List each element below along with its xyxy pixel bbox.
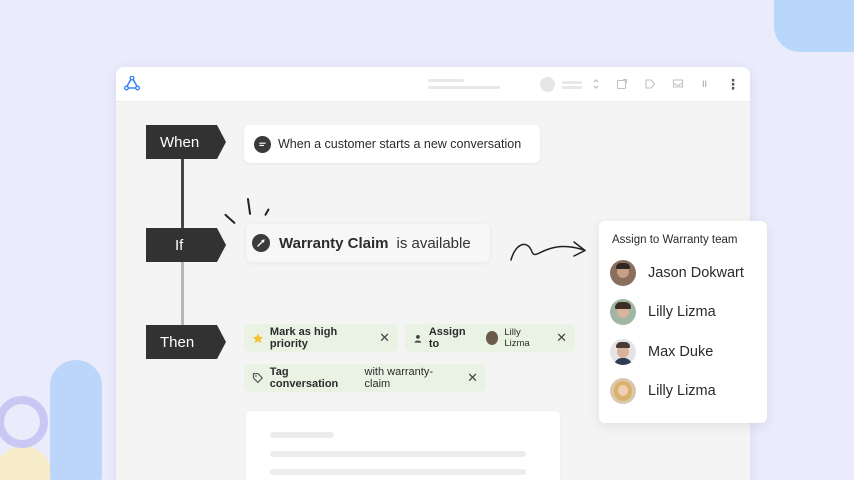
person-option[interactable]: Lilly Lizma (610, 299, 716, 325)
title-bar: II ⋮ (116, 67, 750, 102)
placeholder-line (270, 469, 526, 475)
close-icon[interactable]: ✕ (467, 370, 478, 386)
person-icon (414, 334, 422, 343)
person-option[interactable]: Lilly Lizma (610, 378, 716, 404)
condition-field: Warranty Claim (279, 234, 389, 252)
assign-panel: Assign to Warranty team Jason Dokwart Li… (599, 221, 767, 423)
decorative-ring (0, 396, 48, 448)
assignee-name: Lilly Lizma (504, 327, 530, 349)
condition-operator: is available (396, 234, 471, 252)
placeholder-card (246, 411, 560, 480)
sort-icon[interactable] (590, 78, 602, 90)
label-icon[interactable] (644, 78, 656, 90)
avatar (610, 378, 636, 404)
tag-icon (252, 372, 263, 384)
person-option[interactable]: Max Duke (610, 339, 713, 365)
step-label: If (175, 236, 184, 254)
more-options-icon[interactable]: ⋮ (726, 76, 740, 92)
person-name: Max Duke (648, 344, 714, 360)
chat-bubble-icon (254, 135, 271, 153)
curved-arrow-icon (510, 241, 586, 261)
action-label: Tag conversation (269, 366, 339, 390)
avatar (610, 260, 636, 286)
decorative-pill (774, 0, 854, 52)
placeholder-line (270, 451, 526, 457)
placeholder-line (428, 79, 464, 82)
star-icon (252, 332, 264, 343)
step-label: When (160, 133, 200, 151)
person-name: Lilly Lizma (648, 304, 716, 320)
close-icon[interactable]: ✕ (556, 330, 567, 346)
avatar (610, 299, 636, 325)
placeholder-line (270, 432, 334, 438)
assign-panel-title: Assign to Warranty team (612, 234, 738, 246)
link-off-icon (252, 234, 270, 252)
action-chip-priority[interactable]: Mark as high priority ✕ (244, 324, 398, 352)
placeholder-line (562, 81, 582, 84)
toolbar-text: II (702, 79, 708, 89)
user-avatar[interactable] (540, 77, 555, 92)
decorative-circle (0, 446, 52, 480)
inbox-icon[interactable] (672, 78, 684, 90)
person-option[interactable]: Jason Dokwart (610, 260, 744, 286)
close-icon[interactable]: ✕ (379, 330, 390, 346)
step-when: When (146, 125, 226, 159)
placeholder-line (562, 86, 582, 89)
action-chip-assign[interactable]: Assign to Lilly Lizma ✕ (405, 324, 575, 352)
action-label: Mark as high priority (269, 326, 338, 350)
trigger-text: When a customer starts a new conversatio… (278, 137, 522, 151)
step-if: If (146, 228, 226, 262)
trigger-card[interactable]: When a customer starts a new conversatio… (244, 125, 540, 163)
step-then: Then (146, 325, 226, 359)
person-name: Jason Dokwart (648, 265, 744, 281)
tag-value: with warranty-claim (364, 366, 434, 390)
avatar (485, 331, 499, 345)
person-name: Lilly Lizma (648, 383, 716, 399)
condition-card[interactable]: Warranty Claim is available (246, 224, 490, 262)
compose-icon[interactable] (616, 78, 628, 90)
step-label: Then (160, 333, 195, 351)
app-logo-icon (124, 76, 140, 91)
decorative-pill (50, 360, 102, 480)
placeholder-line (428, 86, 500, 89)
avatar (610, 339, 636, 365)
action-chip-tag[interactable]: Tag conversation with warranty-claim ✕ (244, 364, 486, 392)
action-label: Assign to (428, 326, 466, 350)
